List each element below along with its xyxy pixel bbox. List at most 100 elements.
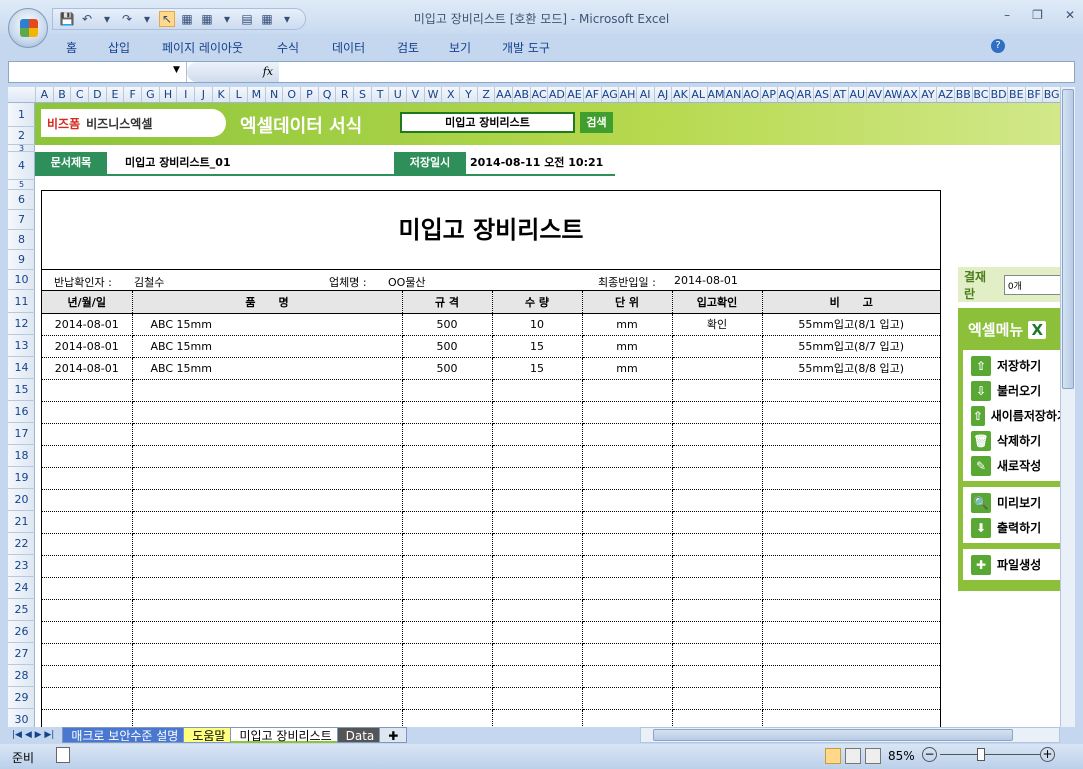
row-header[interactable]: 14 (8, 357, 35, 379)
table-cell[interactable] (402, 467, 493, 490)
macro-record-icon[interactable] (56, 747, 70, 763)
close-button[interactable]: ✕ (1065, 8, 1075, 22)
table-cell[interactable] (582, 665, 673, 688)
table-cell[interactable] (582, 489, 673, 512)
column-header[interactable]: AH (618, 87, 636, 102)
table-cell[interactable] (582, 687, 673, 710)
table-cell[interactable] (672, 401, 763, 424)
row-header[interactable]: 7 (8, 210, 35, 230)
table-cell[interactable]: 500 (402, 313, 493, 336)
table-cell[interactable]: ABC 15mm (132, 357, 403, 380)
table-cell[interactable] (672, 577, 763, 600)
table-cell[interactable] (132, 467, 403, 490)
column-header[interactable]: AT (830, 87, 848, 102)
tab-review[interactable]: 검토 (397, 39, 419, 56)
tab-developer[interactable]: 개발 도구 (502, 39, 550, 56)
menu-item[interactable]: ⬇ 출력하기 (963, 515, 1060, 540)
column-header[interactable]: A (35, 87, 53, 102)
column-header[interactable]: AE (565, 87, 583, 102)
table-cell[interactable] (762, 555, 940, 578)
returner-value[interactable]: 김철수 (134, 274, 164, 290)
table-cell[interactable]: mm (582, 335, 673, 358)
office-button[interactable] (8, 8, 48, 48)
column-header[interactable]: AG (600, 87, 619, 102)
table-cell[interactable] (492, 533, 583, 556)
table-cell[interactable] (672, 357, 763, 380)
table-cell[interactable]: 확인 (672, 313, 763, 336)
column-header[interactable]: AO (741, 87, 760, 102)
table-cell[interactable] (672, 709, 763, 727)
borders-dropdown-icon[interactable]: ▾ (219, 12, 235, 26)
menu-item[interactable]: ⇧ 저장하기 (963, 353, 1060, 378)
table-cell[interactable]: 2014-08-01 (42, 313, 133, 336)
table-cell[interactable] (762, 533, 940, 556)
horizontal-scroll-thumb[interactable] (653, 729, 1013, 741)
sheet-tab-equipment-list[interactable]: 미입고 장비리스트 (230, 727, 341, 743)
table-cell[interactable] (132, 621, 403, 644)
table-cell[interactable] (492, 621, 583, 644)
tab-formulas[interactable]: 수식 (277, 39, 299, 56)
normal-view-icon[interactable] (825, 748, 841, 764)
row-header[interactable]: 15 (8, 379, 35, 401)
table-cell[interactable] (42, 643, 133, 666)
name-box[interactable] (9, 62, 187, 82)
table-cell[interactable]: 2014-08-01 (42, 335, 133, 358)
table-cell[interactable] (582, 577, 673, 600)
row-header[interactable]: 23 (8, 555, 35, 577)
row-header[interactable]: 8 (8, 230, 35, 250)
zoom-level[interactable]: 85% (888, 749, 915, 763)
table-cell[interactable] (762, 621, 940, 644)
table-cell[interactable] (132, 401, 403, 424)
tab-data[interactable]: 데이터 (332, 39, 365, 56)
table-cell[interactable] (402, 709, 493, 727)
table-cell[interactable] (672, 335, 763, 358)
column-header[interactable]: W (423, 87, 442, 102)
table-cell[interactable] (492, 445, 583, 468)
table-cell[interactable] (42, 555, 133, 578)
table-cell[interactable] (42, 533, 133, 556)
table-cell[interactable] (132, 555, 403, 578)
column-header[interactable]: AP (759, 87, 778, 102)
zoom-in-button[interactable]: + (1040, 747, 1055, 762)
column-header[interactable]: AW (883, 87, 901, 102)
table-cell[interactable] (132, 533, 403, 556)
formula-input[interactable] (281, 62, 1061, 82)
column-header[interactable]: AX (900, 87, 919, 102)
table-cell[interactable] (582, 423, 673, 446)
table-cell[interactable] (492, 599, 583, 622)
column-header[interactable]: K (211, 87, 230, 102)
column-header[interactable]: AK (671, 87, 689, 102)
table-cell[interactable] (492, 423, 583, 446)
column-header[interactable]: AC (529, 87, 548, 102)
table-cell[interactable]: 55mm입고(8/1 입고) (762, 313, 940, 336)
table-cell[interactable] (672, 621, 763, 644)
table-cell[interactable] (672, 489, 763, 512)
redo-icon[interactable]: ↷ (119, 12, 135, 26)
tab-home[interactable]: 홈 (66, 39, 77, 56)
select-objects-icon[interactable]: ↖ (159, 11, 175, 27)
table-cell[interactable] (492, 489, 583, 512)
column-header[interactable]: L (229, 87, 247, 102)
column-header[interactable]: AQ (777, 87, 795, 102)
table-cell[interactable]: 15 (492, 335, 583, 358)
column-header[interactable]: J (194, 87, 212, 102)
column-header[interactable]: BD (989, 87, 1007, 102)
table-cell[interactable] (402, 577, 493, 600)
table-cell[interactable] (582, 599, 673, 622)
table-cell[interactable] (492, 401, 583, 424)
search-button[interactable]: 검색 (580, 112, 613, 133)
table-cell[interactable] (132, 665, 403, 688)
table-cell[interactable] (402, 445, 493, 468)
column-header[interactable]: BE (1006, 87, 1025, 102)
table-cell[interactable]: 55mm입고(8/8 입고) (762, 357, 940, 380)
vertical-scrollbar[interactable] (1060, 87, 1075, 727)
column-header[interactable]: BB (953, 87, 972, 102)
vertical-scroll-thumb[interactable] (1062, 89, 1074, 389)
table-cell[interactable] (762, 423, 940, 446)
menu-item[interactable]: ⇩ 불러오기 (963, 378, 1060, 403)
column-header[interactable]: C (70, 87, 88, 102)
table-cell[interactable] (672, 533, 763, 556)
table-cell[interactable] (402, 511, 493, 534)
table-cell[interactable] (42, 621, 133, 644)
table-cell[interactable] (132, 599, 403, 622)
